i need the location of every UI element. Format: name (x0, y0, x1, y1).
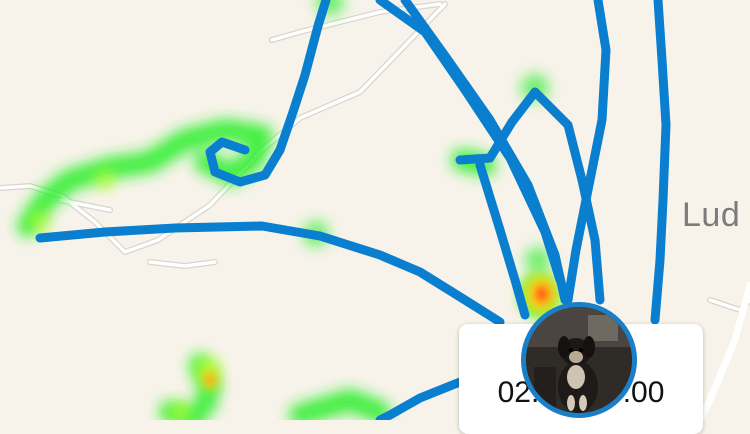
route-center-down (475, 160, 530, 320)
place-name-label: Lud (682, 196, 741, 234)
dog-photo-image (526, 307, 632, 413)
route-east (650, 0, 671, 325)
route-south (375, 377, 465, 420)
route-south-west (35, 221, 505, 327)
photo-thumbnail-marker[interactable] (521, 302, 637, 418)
